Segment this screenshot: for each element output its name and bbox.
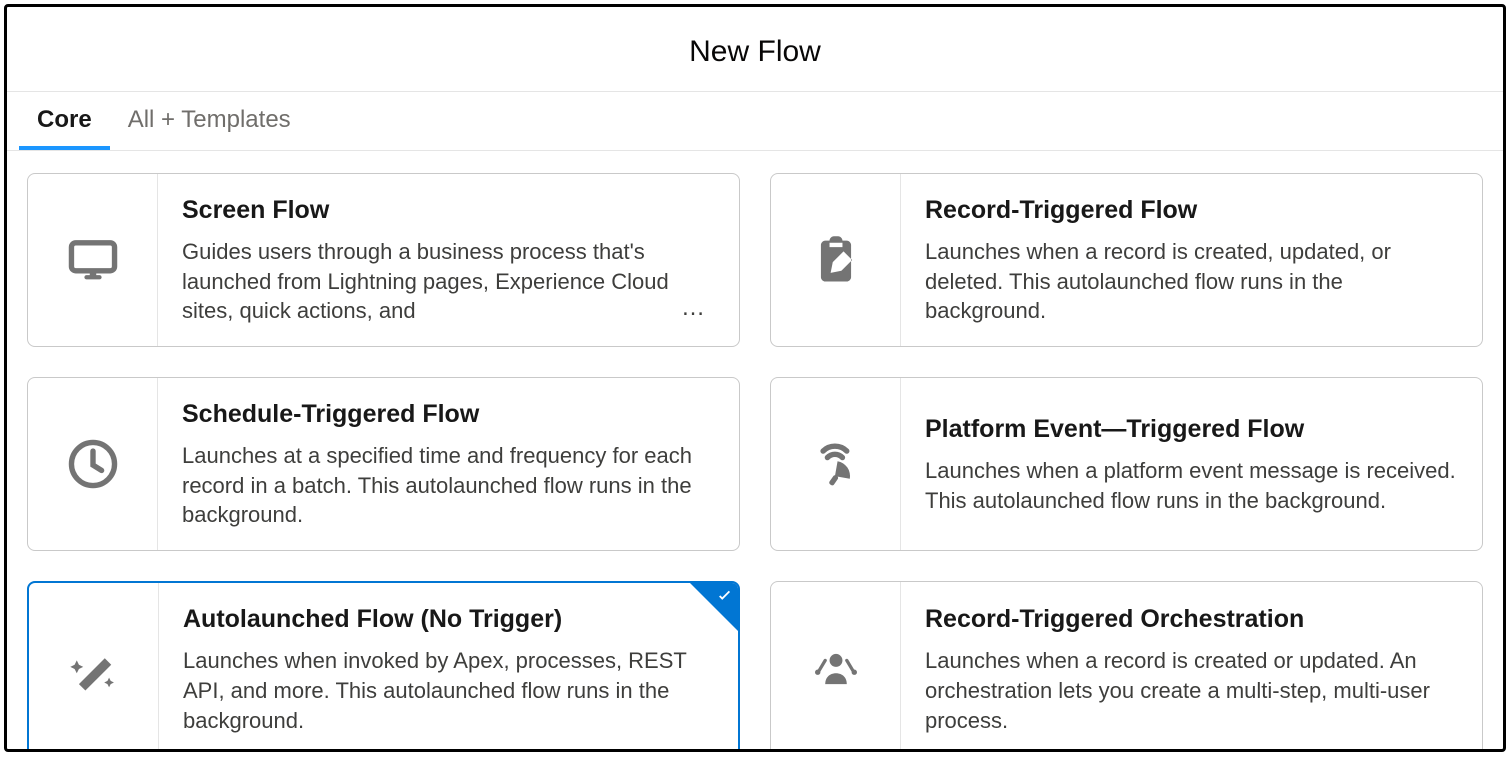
card-screen-flow[interactable]: Screen Flow Guides users through a busin… <box>27 173 740 347</box>
card-text: Screen Flow Guides users through a busin… <box>158 174 739 346</box>
card-description: Guides users through a business process … <box>182 237 715 326</box>
card-description: Launches when a record is created or upd… <box>925 646 1458 735</box>
card-platform-event-triggered-flow[interactable]: Platform Event—Triggered Flow Launches w… <box>770 377 1483 551</box>
new-flow-dialog: New Flow Core All + Templates Screen Flo… <box>4 4 1506 752</box>
card-record-triggered-flow[interactable]: Record-Triggered Flow Launches when a re… <box>770 173 1483 347</box>
card-record-triggered-orchestration[interactable]: Record-Triggered Orchestration Launches … <box>770 581 1483 752</box>
selected-check-icon <box>690 583 738 631</box>
card-title: Record-Triggered Orchestration <box>925 605 1458 634</box>
card-text: Record-Triggered Orchestration Launches … <box>901 582 1482 752</box>
card-text: Record-Triggered Flow Launches when a re… <box>901 174 1482 346</box>
card-text: Schedule-Triggered Flow Launches at a sp… <box>158 378 739 550</box>
monitor-icon <box>28 174 158 346</box>
card-description: Launches when a record is created, updat… <box>925 237 1458 326</box>
tab-all-templates[interactable]: All + Templates <box>110 92 309 150</box>
card-description: Launches when invoked by Apex, processes… <box>183 646 714 735</box>
conductor-icon <box>771 582 901 752</box>
flow-type-grid: Screen Flow Guides users through a busin… <box>7 151 1503 752</box>
dialog-header: New Flow <box>7 7 1503 92</box>
clipboard-edit-icon <box>771 174 901 346</box>
card-title: Record-Triggered Flow <box>925 196 1458 225</box>
card-autolaunched-flow[interactable]: Autolaunched Flow (No Trigger) Launches … <box>27 581 740 752</box>
card-title: Schedule-Triggered Flow <box>182 400 715 429</box>
card-title: Platform Event—Triggered Flow <box>925 415 1458 444</box>
card-text: Platform Event—Triggered Flow Launches w… <box>901 378 1482 550</box>
card-description: Launches when a platform event message i… <box>925 456 1458 515</box>
card-description: Launches at a specified time and frequen… <box>182 441 715 530</box>
dialog-title: New Flow <box>7 35 1503 69</box>
clock-icon <box>28 378 158 550</box>
card-text: Autolaunched Flow (No Trigger) Launches … <box>159 583 738 752</box>
card-title: Screen Flow <box>182 196 715 225</box>
card-title: Autolaunched Flow (No Trigger) <box>183 605 714 634</box>
tab-core[interactable]: Core <box>19 92 110 150</box>
magic-wand-icon <box>29 583 159 752</box>
ellipsis-icon: … <box>681 294 707 322</box>
tab-bar: Core All + Templates <box>7 92 1503 151</box>
satellite-icon <box>771 378 901 550</box>
card-schedule-triggered-flow[interactable]: Schedule-Triggered Flow Launches at a sp… <box>27 377 740 551</box>
